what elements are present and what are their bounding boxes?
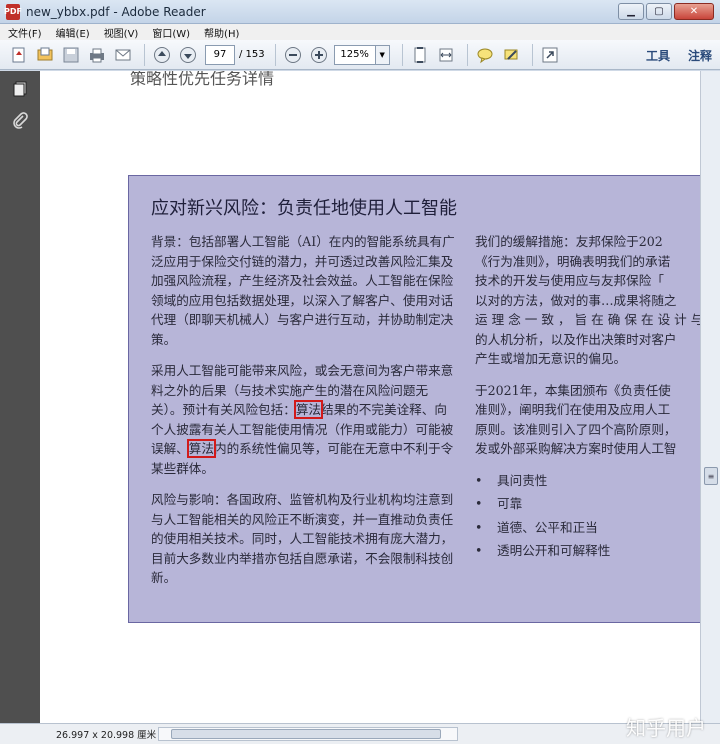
page-total-label: / 153 — [239, 49, 265, 60]
right-column: 我们的缓解措施：友邦保险于202 《行为准则》，明确表明我们的承诺 技术的开发与… — [475, 232, 700, 565]
print-button[interactable] — [86, 44, 108, 66]
save-button[interactable] — [60, 44, 82, 66]
printer-icon — [90, 48, 104, 62]
toolbar-separator — [274, 43, 276, 66]
pdf-app-icon: PDF — [4, 3, 22, 20]
text-line: 于2021年，本集团颁布《负责任使 — [475, 382, 671, 398]
fit-width-button[interactable] — [435, 44, 457, 66]
tools-pane-button[interactable]: 工具 — [646, 47, 670, 64]
mitigation-paragraph: 我们的缓解措施：友邦保险于202 《行为准则》，明确表明我们的承诺 技术的开发与… — [475, 232, 700, 369]
vertical-scrollbar[interactable]: ≡ — [700, 71, 720, 723]
minimize-button[interactable]: ▁ — [618, 3, 644, 20]
paperclip-icon — [13, 112, 28, 129]
email-button[interactable] — [112, 44, 134, 66]
highlighted-term-algorithm: 算法 — [293, 400, 324, 419]
close-button[interactable]: ✕ — [674, 3, 714, 20]
menu-edit[interactable]: 编辑(E) — [56, 25, 90, 40]
page-thumbnails-button[interactable] — [10, 79, 30, 99]
attachments-button[interactable] — [10, 111, 30, 131]
menu-help[interactable]: 帮助(H) — [204, 25, 239, 40]
section-heading: 策略性优先任务详情 — [130, 71, 275, 88]
next-page-button[interactable] — [177, 44, 199, 66]
list-item: 可靠 — [475, 494, 700, 514]
menu-view[interactable]: 视图(V) — [104, 25, 139, 40]
toolbar-separator — [144, 43, 145, 66]
page-number-input[interactable]: 97 — [205, 44, 235, 65]
menu-file[interactable]: 文件(F) — [8, 25, 42, 40]
document-view[interactable]: 策略性优先任务详情 应对新兴风险：负责任地使用人工智能 背景：包括部署人工智能（… — [40, 71, 700, 723]
create-pdf-icon — [12, 47, 25, 62]
title-bar: PDF new_ybbx.pdf - Adobe Reader ▁ ▢ ✕ — [0, 0, 720, 24]
fit-page-button[interactable] — [409, 44, 431, 66]
horizontal-scrollbar[interactable] — [158, 727, 458, 741]
text-line: 发或外部采购解决方案时使用人工智 — [475, 441, 677, 456]
list-item: 道德、公平和正当 — [475, 518, 700, 538]
add-comment-button[interactable] — [474, 44, 496, 66]
chevron-down-icon: ▼ — [379, 50, 385, 59]
page-thumbnails-icon — [13, 81, 27, 97]
window-title: new_ybbx.pdf - Adobe Reader — [26, 4, 206, 19]
scroll-thumb[interactable]: ≡ — [704, 467, 718, 485]
list-item: 透明公开和可解释性 — [475, 541, 700, 561]
text-line: 以对的方法，做对的事…成果将随之 — [475, 292, 677, 308]
plus-circle-icon — [310, 46, 327, 63]
left-column: 背景：包括部署人工智能（AI）在内的智能系统具有广泛应用于保险交付链的潜力，并可… — [151, 232, 456, 600]
status-bar: 26.997 x 20.998 厘米 知乎用户 — [0, 716, 720, 744]
panel-title: 应对新兴风险：负责任地使用人工智能 — [151, 198, 457, 219]
expand-icon — [542, 47, 558, 62]
text-line: 产生或增加无意识的偏见。 — [475, 351, 627, 366]
text-line: 运 理 念 一 致 ， 旨 在 确 保 在 设 计 与 — [475, 312, 700, 327]
text-line: 原则。该准则引入了四个高阶原则， — [475, 421, 677, 437]
zoom-out-button[interactable] — [282, 44, 304, 66]
previous-page-button[interactable] — [151, 44, 173, 66]
toolbar-separator — [466, 43, 468, 66]
minus-circle-icon — [284, 46, 301, 63]
text-line: 我们的缓解措施：友邦保险于202 — [475, 234, 663, 249]
horizontal-scroll-thumb[interactable] — [171, 729, 441, 739]
comment-pane-button[interactable]: 注释 — [688, 47, 712, 64]
page-size-label: 26.997 x 20.998 厘米 — [56, 730, 157, 741]
create-pdf-button[interactable] — [8, 44, 30, 66]
guideline-paragraph: 于2021年，本集团颁布《负责任使 准则》，阐明我们在使用及应用人工 原则。该准… — [475, 381, 700, 459]
arrow-up-icon — [154, 46, 170, 63]
navigation-pane — [0, 71, 40, 723]
content-panel: 应对新兴风险：负责任地使用人工智能 背景：包括部署人工智能（AI）在内的智能系统… — [128, 175, 700, 623]
save-disk-icon — [63, 47, 79, 62]
toolbar-separator — [531, 43, 533, 66]
grip-lines-icon: ≡ — [707, 471, 715, 481]
watermark-text: 知乎用户 — [626, 716, 706, 740]
window-controls: ▁ ▢ ✕ — [618, 3, 714, 20]
toolbar-separator — [401, 43, 403, 66]
toolbar: 97 / 153 125% ▼ 工具 注释 — [0, 40, 720, 70]
maximize-button[interactable]: ▢ — [646, 3, 672, 20]
background-paragraph: 背景：包括部署人工智能（AI）在内的智能系统具有广泛应用于保险交付链的潜力，并可… — [151, 234, 455, 347]
toolbar-right-panel: 工具 注释 — [646, 47, 712, 64]
zoom-level-input[interactable]: 125% — [333, 44, 376, 65]
highlighted-term-algorithm: 算法 — [186, 439, 216, 458]
menu-bar: 文件(F) 编辑(E) 视图(V) 窗口(W) 帮助(H) — [0, 24, 720, 40]
open-folder-icon — [37, 47, 53, 60]
highlight-button[interactable] — [500, 44, 522, 66]
fit-page-icon — [414, 46, 426, 63]
zoom-dropdown-button[interactable]: ▼ — [375, 44, 390, 65]
menu-window[interactable]: 窗口(W) — [152, 25, 190, 40]
text-line: 准则》，阐明我们在使用及应用人工 — [475, 402, 671, 417]
arrow-down-icon — [180, 46, 196, 63]
fit-width-icon — [439, 48, 453, 61]
list-item: 具问责性 — [475, 471, 700, 491]
risk-paragraph: 采用人工智能可能带来风险，或会无意间为客户带来意料之外的后果（与技术实施产生的潜… — [151, 361, 456, 478]
impact-paragraph: 风险与影响：各国政府、监管机构及行业机构均注意到与人工智能相关的风险正不断演变，… — [151, 492, 454, 585]
open-button[interactable] — [34, 44, 56, 66]
speech-bubble-icon — [477, 48, 493, 63]
text-line: 《行为准则》，明确表明我们的承诺 — [475, 253, 671, 269]
envelope-icon — [115, 49, 131, 60]
expand-button[interactable] — [539, 44, 561, 66]
zoom-in-button[interactable] — [308, 44, 330, 66]
text-line: 技术的开发与使用应与友邦保险「 — [475, 273, 664, 288]
highlighter-icon — [504, 49, 518, 60]
text-line: 的人机分析，以及作出决策时对客户 — [475, 331, 677, 347]
principles-list: 具问责性 可靠 道德、公平和正当 透明公开和可解释性 — [475, 471, 700, 561]
